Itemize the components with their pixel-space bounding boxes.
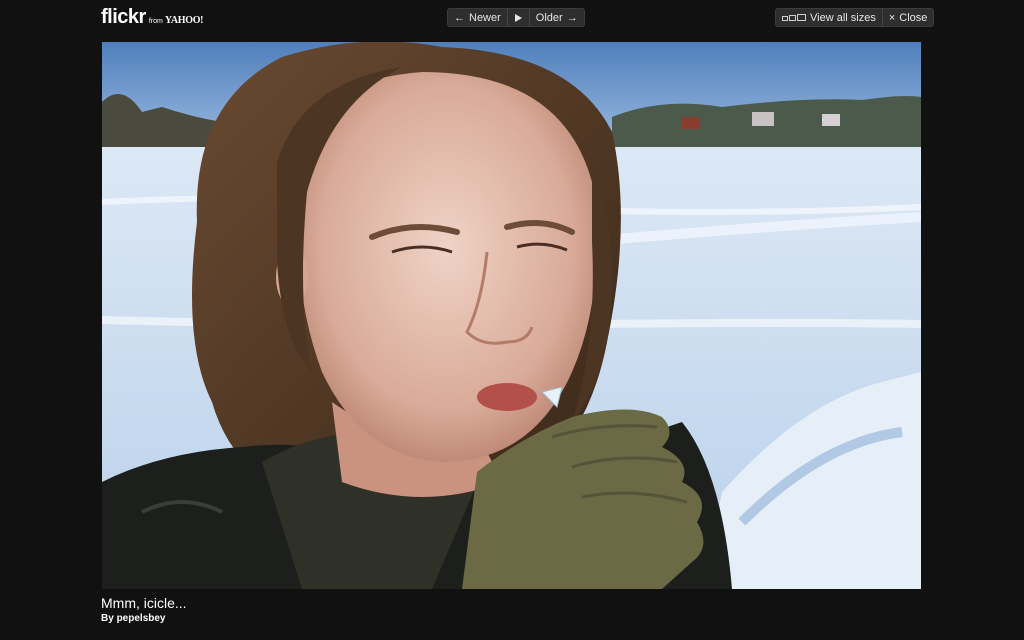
close-button[interactable]: × Close	[881, 9, 934, 26]
newer-button[interactable]: ← Newer	[448, 9, 507, 26]
author-prefix: By	[101, 613, 114, 624]
slideshow-play-button[interactable]	[506, 9, 529, 26]
photo-author-line: By pepelsbey	[101, 613, 166, 625]
arrow-left-icon: ←	[454, 11, 465, 24]
photo-illustration	[102, 42, 921, 589]
photo-title: Mmm, icicle...	[101, 595, 187, 611]
main-photo[interactable]	[102, 42, 921, 589]
close-label: Close	[899, 11, 928, 24]
view-all-sizes-button[interactable]: View all sizes	[776, 9, 882, 26]
play-icon	[514, 13, 522, 22]
newer-label: Newer	[469, 11, 501, 24]
close-icon: ×	[888, 11, 896, 24]
logo-yahoo-text: YAHOO!	[164, 15, 204, 26]
flickr-logo[interactable]: flickr from YAHOO!	[101, 6, 204, 28]
photo-navigation: ← Newer Older →	[447, 8, 585, 27]
logo-main-text: flickr	[101, 6, 146, 28]
older-button[interactable]: Older →	[528, 9, 584, 26]
author-link[interactable]: pepelsbey	[117, 613, 166, 624]
older-label: Older	[535, 11, 563, 24]
lightbox-page: flickr from YAHOO! ← Newer Older → View …	[0, 0, 1024, 640]
view-all-sizes-label: View all sizes	[810, 11, 876, 24]
arrow-right-icon: →	[566, 11, 578, 24]
photo-actions: View all sizes × Close	[775, 8, 935, 27]
logo-from-text: from	[148, 18, 163, 25]
sizes-icon	[782, 14, 806, 21]
